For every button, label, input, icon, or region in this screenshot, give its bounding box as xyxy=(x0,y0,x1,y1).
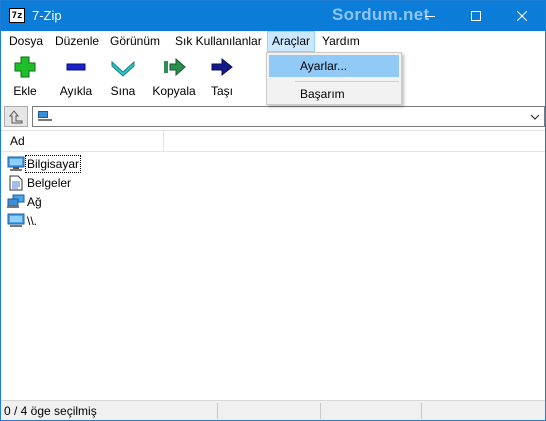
title-bar[interactable]: 7z 7-Zip Sordum.net xyxy=(1,1,545,31)
menu-item-basarim[interactable]: Başarım xyxy=(269,83,399,105)
minimize-icon xyxy=(425,16,435,17)
test-button-label: Sına xyxy=(110,84,136,98)
move-arrow-icon xyxy=(211,57,233,77)
column-header: Ad xyxy=(1,131,545,152)
menu-sik-kullanilanlar[interactable]: Sık Kullanılanlar xyxy=(170,31,267,52)
plus-icon xyxy=(14,56,36,78)
column-header-name[interactable]: Ad xyxy=(1,131,164,152)
copy-button-label: Kopyala xyxy=(152,84,196,98)
monitor-icon xyxy=(7,213,25,229)
computer-small-icon xyxy=(38,111,52,121)
network-icon xyxy=(7,194,25,210)
list-item-label: \\. xyxy=(27,213,38,228)
file-list[interactable]: Ad Bilgisayar Belgeler Ağ \\. xyxy=(1,130,545,400)
minus-icon xyxy=(66,63,86,71)
menu-yardim[interactable]: Yardım xyxy=(317,31,365,52)
path-combobox[interactable] xyxy=(32,106,545,127)
list-item-unc[interactable]: \\. xyxy=(7,211,38,230)
up-folder-icon xyxy=(9,109,23,123)
path-dropdown-button[interactable] xyxy=(528,110,542,124)
status-bar: 0 / 4 öge seçilmiş xyxy=(1,400,545,420)
documents-icon xyxy=(7,175,25,191)
menu-dosya[interactable]: Dosya xyxy=(4,31,48,52)
minimize-button[interactable] xyxy=(407,1,453,31)
extract-button-label: Ayıkla xyxy=(59,84,93,98)
maximize-icon xyxy=(471,11,481,21)
app-icon: 7z xyxy=(9,8,25,23)
up-folder-button[interactable] xyxy=(4,106,28,127)
list-item-label: Ağ xyxy=(27,194,42,209)
copy-button[interactable]: Kopyala xyxy=(151,56,197,100)
check-chevron-icon xyxy=(111,60,135,77)
move-button[interactable]: Taşı xyxy=(208,56,236,100)
extract-button[interactable]: Ayıkla xyxy=(57,56,95,100)
copy-arrow-icon xyxy=(164,57,186,77)
close-button[interactable] xyxy=(499,1,545,31)
list-item-label: Belgeler xyxy=(27,175,72,190)
araclar-dropdown: Ayarlar... Başarım xyxy=(266,52,402,105)
maximize-button[interactable] xyxy=(453,1,499,31)
add-button-label: Ekle xyxy=(13,84,37,98)
test-button[interactable]: Sına xyxy=(109,56,137,100)
status-size xyxy=(219,403,321,419)
menu-duzenle[interactable]: Düzenle xyxy=(50,31,104,52)
menu-item-ayarlar[interactable]: Ayarlar... xyxy=(269,55,399,77)
add-button[interactable]: Ekle xyxy=(8,56,42,100)
app-window: 7z 7-Zip Sordum.net Dosya Düzenle Görünü… xyxy=(0,0,546,421)
move-button-label: Taşı xyxy=(210,84,233,98)
menu-separator xyxy=(295,81,399,82)
computer-icon xyxy=(7,156,25,172)
close-icon xyxy=(517,11,527,21)
window-title: 7-Zip xyxy=(32,8,62,23)
address-bar xyxy=(1,105,545,128)
menu-bar: Dosya Düzenle Görünüm Sık Kullanılanlar … xyxy=(1,31,545,52)
chevron-down-icon xyxy=(530,114,540,120)
status-total xyxy=(322,403,422,419)
list-item-belgeler[interactable]: Belgeler xyxy=(7,173,72,192)
list-item-bilgisayar[interactable]: Bilgisayar xyxy=(7,154,82,173)
list-item-ag[interactable]: Ağ xyxy=(7,192,43,211)
menu-gorunum[interactable]: Görünüm xyxy=(105,31,165,52)
status-selection: 0 / 4 öge seçilmiş xyxy=(1,403,218,419)
list-item-label: Bilgisayar xyxy=(24,154,82,173)
status-date xyxy=(423,403,543,419)
menu-araclar[interactable]: Araçlar xyxy=(267,31,316,52)
